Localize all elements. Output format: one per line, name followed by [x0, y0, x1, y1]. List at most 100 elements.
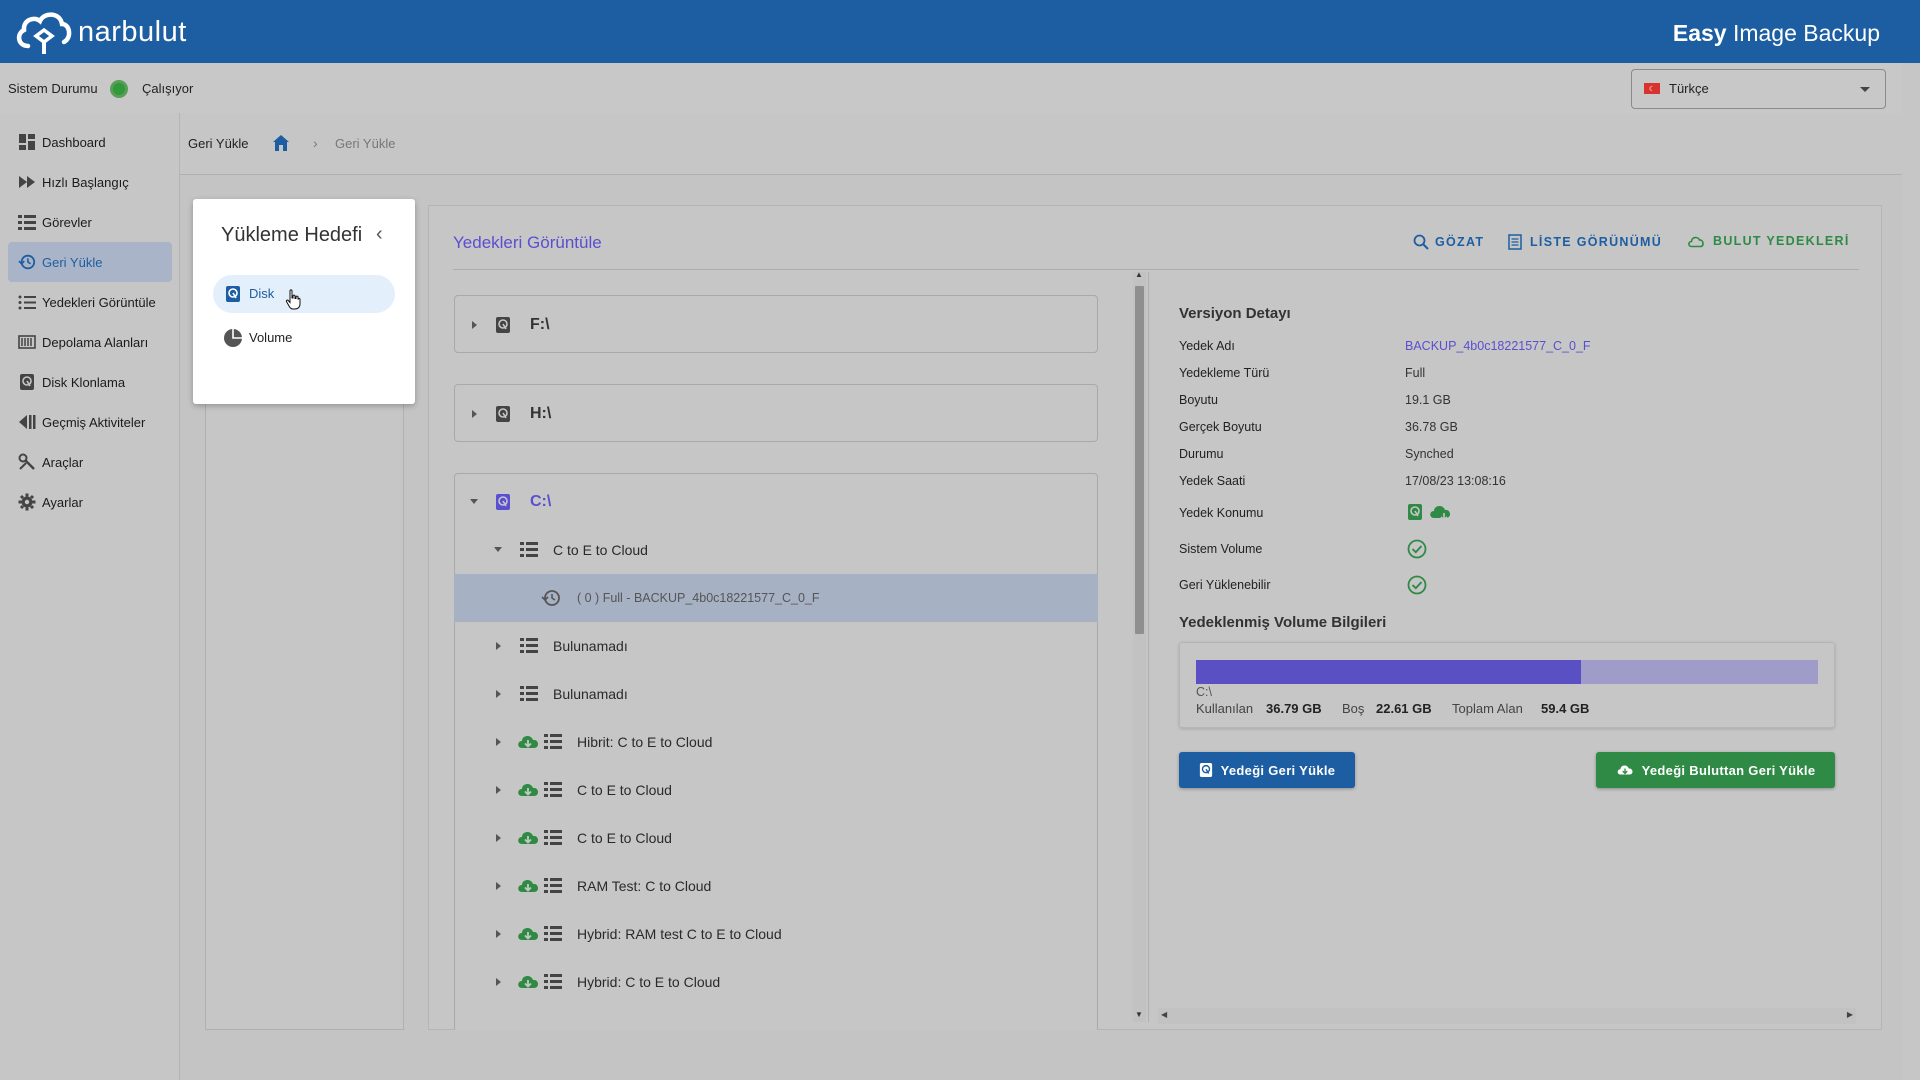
- list-icon: [544, 926, 562, 941]
- backup-tree-row[interactable]: C to E to Cloud: [454, 814, 1098, 862]
- backup-tree-label: C to E to Cloud: [577, 830, 672, 846]
- list-icon: [520, 638, 538, 653]
- home-icon[interactable]: [271, 133, 291, 153]
- detail-value: 36.78 GB: [1405, 420, 1458, 434]
- backup-tree-row[interactable]: Bulunamadı: [454, 622, 1098, 670]
- scroll-left-arrow-icon[interactable]: ◀: [1161, 1010, 1167, 1019]
- free-label: Boş: [1342, 701, 1365, 716]
- caret-right-icon: [496, 930, 501, 938]
- backup-tree-row[interactable]: Hybrid: RAM test C to E to Cloud: [454, 910, 1098, 958]
- backup-tree-row[interactable]: Bulunamadı: [454, 670, 1098, 718]
- drive-label: C:\: [530, 493, 552, 510]
- detail-label: Yedekleme Türü: [1179, 366, 1270, 380]
- language-select[interactable]: ☾ Türkçe: [1631, 69, 1886, 109]
- cloud-download-icon: [518, 975, 539, 988]
- backup-tree-row[interactable]: RAM Test: C to Cloud: [454, 862, 1098, 910]
- tools-icon: [18, 453, 36, 471]
- detail-horizontal-scrollbar[interactable]: ◀ ▶: [1158, 1008, 1856, 1024]
- scroll-right-arrow-icon[interactable]: ▶: [1847, 1010, 1853, 1019]
- sidebar-item-geçmiş-aktiviteler[interactable]: Geçmiş Aktiviteler: [8, 402, 172, 442]
- scroll-up-arrow-icon[interactable]: ▲: [1135, 270, 1143, 279]
- target-option-volume[interactable]: Volume: [213, 319, 395, 357]
- collapse-panel-icon[interactable]: ‹: [376, 223, 383, 246]
- detail-label: Yedek Saati: [1179, 474, 1246, 488]
- backup-tree-row[interactable]: C to E to Cloud: [454, 766, 1098, 814]
- list-icon: [544, 878, 562, 893]
- cloud-backups-label: BULUT YEDEKLERİ: [1713, 234, 1850, 248]
- drive-card-h[interactable]: H:\: [454, 384, 1098, 442]
- list-view-button[interactable]: LİSTE GÖRÜNÜMÜ: [1508, 234, 1662, 250]
- dashboard-icon: [18, 133, 36, 151]
- sidebar-item-görevler[interactable]: Görevler: [8, 202, 172, 242]
- system-status-value: Çalışıyor: [142, 81, 194, 96]
- backup-tree-label: Bulunamadı: [553, 686, 628, 702]
- task-row[interactable]: C to E to Cloud: [454, 526, 1098, 574]
- status-indicator-icon: [110, 80, 128, 98]
- detail-value[interactable]: BACKUP_4b0c18221577_C_0_F: [1405, 339, 1591, 353]
- used-value: 36.79 GB: [1266, 701, 1322, 716]
- backup-tree-row[interactable]: Hybrid: C to E to Cloud: [454, 958, 1098, 1006]
- restore-target-panel: Yükleme Hedefi ‹ Disk Volume: [193, 199, 415, 404]
- total-label: Toplam Alan: [1452, 701, 1523, 716]
- content-divider: [453, 269, 1859, 270]
- version-label: ( 0 ) Full - BACKUP_4b0c18221577_C_0_F: [577, 591, 820, 605]
- sidebar-item-yedekleri-görüntüle[interactable]: Yedekleri Görüntüle: [8, 282, 172, 322]
- restore-from-cloud-button[interactable]: Yedeği Buluttan Geri Yükle: [1596, 752, 1835, 788]
- list-icon: [520, 686, 538, 701]
- list-view-label: LİSTE GÖRÜNÜMÜ: [1530, 235, 1663, 249]
- breadcrumb-current: Geri Yükle: [335, 136, 396, 151]
- sidebar-item-label: Geri Yükle: [42, 254, 103, 270]
- browse-button[interactable]: GÖZAT: [1413, 234, 1484, 250]
- scrollbar-thumb[interactable]: [1135, 286, 1144, 634]
- version-row-selected[interactable]: ( 0 ) Full - BACKUP_4b0c18221577_C_0_F: [454, 574, 1098, 622]
- caret-right-icon: [496, 978, 501, 986]
- backup-tree-row[interactable]: Hibrit: C to E to Cloud: [454, 718, 1098, 766]
- sidebar-item-ayarlar[interactable]: Ayarlar: [8, 482, 172, 522]
- used-label: Kullanılan: [1196, 701, 1254, 716]
- cloud-icon: [1688, 236, 1704, 248]
- narbulut-logo[interactable]: narbulut: [14, 8, 187, 56]
- target-panel-title: Yükleme Hedefi: [221, 224, 363, 246]
- total-value: 59.4 GB: [1541, 701, 1590, 716]
- detail-label: Durumu: [1179, 447, 1224, 461]
- sidebar-item-araçlar[interactable]: Araçlar: [8, 442, 172, 482]
- volume-drive-label: C:\: [1196, 685, 1212, 699]
- backup-tree-label: Hybrid: RAM test C to E to Cloud: [577, 926, 782, 942]
- restore-backup-label: Yedeği Geri Yükle: [1220, 762, 1336, 778]
- target-option-volume-label: Volume: [249, 330, 293, 345]
- list-icon: [544, 734, 562, 749]
- breadcrumb-bar: Geri Yükle › Geri Yükle: [180, 113, 1902, 175]
- sidebar-item-label: Geçmiş Aktiviteler: [42, 414, 146, 430]
- caret-right-icon: [496, 690, 501, 698]
- storage-icon: [18, 333, 36, 351]
- sidebar-item-hızlı-başlangıç[interactable]: Hızlı Başlangıç: [8, 162, 172, 202]
- sidebar-item-label: Hızlı Başlangıç: [42, 174, 129, 190]
- target-option-disk[interactable]: Disk: [213, 275, 395, 313]
- disk-icon: [496, 406, 510, 422]
- disk-icon: [496, 317, 510, 333]
- sidebar-item-geri-yükle[interactable]: Geri Yükle: [8, 242, 172, 282]
- cloud-backups-button[interactable]: BULUT YEDEKLERİ: [1687, 234, 1850, 248]
- history-icon: [18, 413, 36, 431]
- cloud-download-icon: [1617, 765, 1633, 775]
- backup-tree-label: Hybrid: C to E to Cloud: [577, 974, 721, 990]
- sidebar-item-disk-klonlama[interactable]: Disk Klonlama: [8, 362, 172, 402]
- sidebar-item-label: Ayarlar: [42, 494, 83, 510]
- drive-card-f[interactable]: F:\: [454, 295, 1098, 353]
- tree-scrollbar[interactable]: ▲ ▼: [1133, 270, 1146, 1022]
- sidebar-item-dashboard[interactable]: Dashboard: [8, 122, 172, 162]
- sidebar-item-depolama-alanları[interactable]: Depolama Alanları: [8, 322, 172, 362]
- list-icon: [544, 782, 562, 797]
- caret-down-icon[interactable]: [469, 498, 479, 506]
- search-icon: [1413, 234, 1429, 250]
- detail-label: Yedek Adı: [1179, 339, 1235, 353]
- scroll-down-arrow-icon[interactable]: ▼: [1135, 1010, 1143, 1019]
- cloud-location-icon: [1430, 505, 1451, 521]
- fast-forward-icon: [18, 173, 36, 191]
- backup-tree-label: RAM Test: C to Cloud: [577, 878, 712, 894]
- backup-tree-label: Bulunamadı: [553, 638, 628, 654]
- cloud-download-icon: [518, 735, 539, 748]
- caret-right-icon: [472, 410, 477, 418]
- restore-backup-button[interactable]: Yedeği Geri Yükle: [1179, 752, 1355, 788]
- disk-location-icon: [1408, 504, 1422, 520]
